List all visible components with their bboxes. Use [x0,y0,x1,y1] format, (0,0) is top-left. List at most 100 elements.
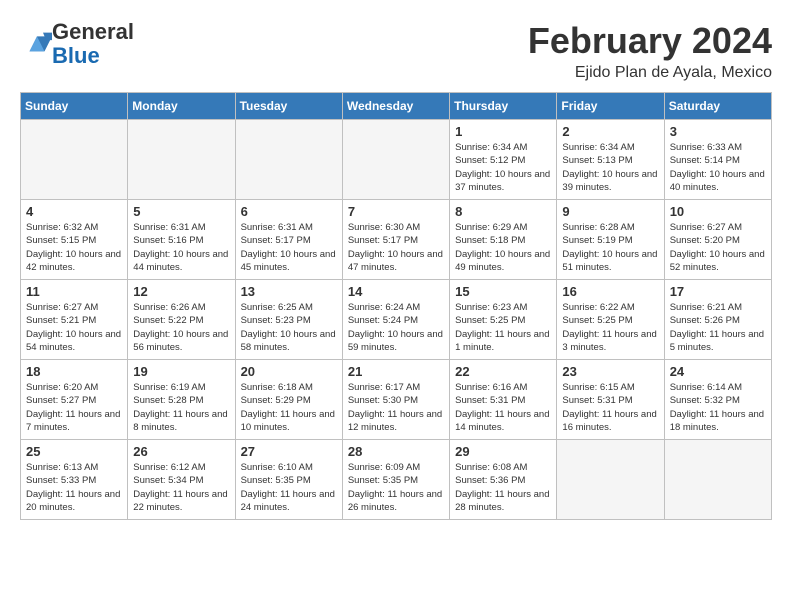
calendar-cell: 3 Sunrise: 6:33 AM Sunset: 5:14 PM Daylig… [664,120,771,200]
title-block: February 2024 Ejido Plan de Ayala, Mexic… [528,20,772,82]
calendar-table: SundayMondayTuesdayWednesdayThursdayFrid… [20,92,772,520]
calendar-cell: 18Sunrise: 6:20 AM Sunset: 5:27 PM Dayli… [21,360,128,440]
day-info: Sunrise: 6:31 AM Sunset: 5:16 PM Dayligh… [133,221,229,274]
day-number: 10 [670,204,766,219]
col-header-saturday: Saturday [664,93,771,120]
calendar-cell: 24 Sunrise: 6:14 AM Sunset: 5:32 PM Dayli… [664,360,771,440]
day-info: Sunrise: 6:21 AM Sunset: 5:26 PM Dayligh… [670,301,766,354]
day-number: 17 [670,284,766,299]
day-info: Sunrise: 6:15 AM Sunset: 5:31 PM Dayligh… [562,381,658,434]
day-info: Sunrise: 6:09 AM Sunset: 5:35 PM Dayligh… [348,461,444,514]
calendar-cell [21,120,128,200]
calendar-cell [128,120,235,200]
day-info: Sunrise: 6:22 AM Sunset: 5:25 PM Dayligh… [562,301,658,354]
day-number: 24 [670,364,766,379]
calendar-cell: 22Sunrise: 6:16 AM Sunset: 5:31 PM Dayli… [450,360,557,440]
col-header-sunday: Sunday [21,93,128,120]
day-info: Sunrise: 6:18 AM Sunset: 5:29 PM Dayligh… [241,381,337,434]
day-info: Sunrise: 6:34 AM Sunset: 5:13 PM Dayligh… [562,141,658,194]
calendar-cell: 5 Sunrise: 6:31 AM Sunset: 5:16 PM Daylig… [128,200,235,280]
day-info: Sunrise: 6:08 AM Sunset: 5:36 PM Dayligh… [455,461,551,514]
day-info: Sunrise: 6:33 AM Sunset: 5:14 PM Dayligh… [670,141,766,194]
calendar-cell: 17 Sunrise: 6:21 AM Sunset: 5:26 PM Dayli… [664,280,771,360]
calendar-cell: 15 Sunrise: 6:23 AM Sunset: 5:25 PM Dayli… [450,280,557,360]
day-info: Sunrise: 6:20 AM Sunset: 5:27 PM Dayligh… [26,381,122,434]
day-number: 6 [241,204,337,219]
day-number: 25 [26,444,122,459]
day-number: 23 [562,364,658,379]
calendar-cell: 26Sunrise: 6:12 AM Sunset: 5:34 PM Dayli… [128,440,235,520]
col-header-friday: Friday [557,93,664,120]
calendar-week-row: 11 Sunrise: 6:27 AM Sunset: 5:21 PM Dayli… [21,280,772,360]
logo-blue-text: Blue [52,43,100,68]
day-info: Sunrise: 6:12 AM Sunset: 5:34 PM Dayligh… [133,461,229,514]
day-number: 13 [241,284,337,299]
calendar-cell [557,440,664,520]
calendar-cell: 1Sunrise: 6:34 AM Sunset: 5:12 PM Daylig… [450,120,557,200]
col-header-tuesday: Tuesday [235,93,342,120]
day-number: 2 [562,124,658,139]
calendar-cell: 25 Sunrise: 6:13 AM Sunset: 5:33 PM Dayli… [21,440,128,520]
calendar-week-row: 18Sunrise: 6:20 AM Sunset: 5:27 PM Dayli… [21,360,772,440]
day-info: Sunrise: 6:13 AM Sunset: 5:33 PM Dayligh… [26,461,122,514]
logo-general-text: General [52,19,134,44]
day-info: Sunrise: 6:29 AM Sunset: 5:18 PM Dayligh… [455,221,551,274]
calendar-cell: 27 Sunrise: 6:10 AM Sunset: 5:35 PM Dayli… [235,440,342,520]
col-header-thursday: Thursday [450,93,557,120]
day-info: Sunrise: 6:32 AM Sunset: 5:15 PM Dayligh… [26,221,122,274]
calendar-week-row: 1Sunrise: 6:34 AM Sunset: 5:12 PM Daylig… [21,120,772,200]
day-info: Sunrise: 6:25 AM Sunset: 5:23 PM Dayligh… [241,301,337,354]
calendar-cell: 11 Sunrise: 6:27 AM Sunset: 5:21 PM Dayli… [21,280,128,360]
col-header-monday: Monday [128,93,235,120]
calendar-cell: 6 Sunrise: 6:31 AM Sunset: 5:17 PM Daylig… [235,200,342,280]
calendar-cell: 4Sunrise: 6:32 AM Sunset: 5:15 PM Daylig… [21,200,128,280]
day-info: Sunrise: 6:23 AM Sunset: 5:25 PM Dayligh… [455,301,551,354]
day-number: 16 [562,284,658,299]
day-info: Sunrise: 6:26 AM Sunset: 5:22 PM Dayligh… [133,301,229,354]
day-info: Sunrise: 6:31 AM Sunset: 5:17 PM Dayligh… [241,221,337,274]
calendar-cell: 14 Sunrise: 6:24 AM Sunset: 5:24 PM Dayli… [342,280,449,360]
day-number: 9 [562,204,658,219]
calendar-cell: 13 Sunrise: 6:25 AM Sunset: 5:23 PM Dayli… [235,280,342,360]
page-header: General Blue February 2024 Ejido Plan de… [20,20,772,82]
calendar-cell: 23 Sunrise: 6:15 AM Sunset: 5:31 PM Dayli… [557,360,664,440]
day-number: 28 [348,444,444,459]
day-number: 19 [133,364,229,379]
calendar-cell: 29 Sunrise: 6:08 AM Sunset: 5:36 PM Dayli… [450,440,557,520]
col-header-wednesday: Wednesday [342,93,449,120]
calendar-cell: 28 Sunrise: 6:09 AM Sunset: 5:35 PM Dayli… [342,440,449,520]
day-number: 27 [241,444,337,459]
calendar-header-row: SundayMondayTuesdayWednesdayThursdayFrid… [21,93,772,120]
day-info: Sunrise: 6:14 AM Sunset: 5:32 PM Dayligh… [670,381,766,434]
calendar-cell [664,440,771,520]
location-title: Ejido Plan de Ayala, Mexico [528,64,772,82]
logo: General Blue [20,20,134,68]
calendar-cell: 19 Sunrise: 6:19 AM Sunset: 5:28 PM Dayli… [128,360,235,440]
day-info: Sunrise: 6:19 AM Sunset: 5:28 PM Dayligh… [133,381,229,434]
day-number: 8 [455,204,551,219]
day-info: Sunrise: 6:16 AM Sunset: 5:31 PM Dayligh… [455,381,551,434]
day-info: Sunrise: 6:34 AM Sunset: 5:12 PM Dayligh… [455,141,551,194]
day-number: 3 [670,124,766,139]
calendar-cell [235,120,342,200]
logo-icon [22,27,52,57]
day-info: Sunrise: 6:24 AM Sunset: 5:24 PM Dayligh… [348,301,444,354]
day-number: 11 [26,284,122,299]
day-number: 20 [241,364,337,379]
calendar-week-row: 25 Sunrise: 6:13 AM Sunset: 5:33 PM Dayli… [21,440,772,520]
day-info: Sunrise: 6:27 AM Sunset: 5:20 PM Dayligh… [670,221,766,274]
day-number: 21 [348,364,444,379]
day-number: 15 [455,284,551,299]
day-number: 14 [348,284,444,299]
day-info: Sunrise: 6:17 AM Sunset: 5:30 PM Dayligh… [348,381,444,434]
day-number: 29 [455,444,551,459]
day-number: 5 [133,204,229,219]
calendar-cell: 10 Sunrise: 6:27 AM Sunset: 5:20 PM Dayli… [664,200,771,280]
day-number: 7 [348,204,444,219]
day-info: Sunrise: 6:10 AM Sunset: 5:35 PM Dayligh… [241,461,337,514]
calendar-cell: 2 Sunrise: 6:34 AM Sunset: 5:13 PM Daylig… [557,120,664,200]
day-info: Sunrise: 6:28 AM Sunset: 5:19 PM Dayligh… [562,221,658,274]
calendar-cell [342,120,449,200]
day-number: 12 [133,284,229,299]
day-info: Sunrise: 6:27 AM Sunset: 5:21 PM Dayligh… [26,301,122,354]
